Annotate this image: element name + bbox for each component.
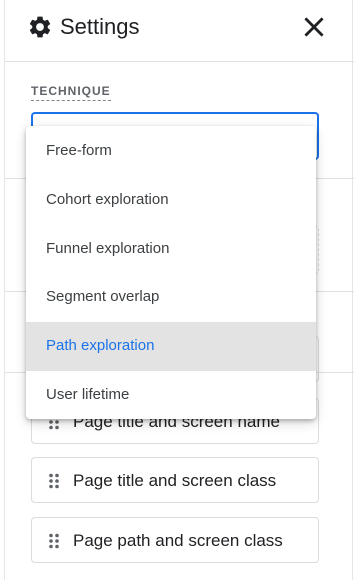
menu-item-segment-overlap[interactable]: Segment overlap	[26, 273, 316, 322]
dimension-chip[interactable]: Page path and screen class	[31, 517, 319, 563]
menu-item-funnel-exploration[interactable]: Funnel exploration	[26, 225, 316, 274]
settings-header: Settings	[5, 0, 354, 62]
dimension-chip[interactable]: Page title and screen class	[31, 457, 319, 503]
menu-item-free-form[interactable]: Free-form	[26, 127, 316, 176]
dimension-label: Page title and screen class	[73, 471, 277, 490]
menu-item-path-exploration[interactable]: Path exploration	[26, 322, 316, 371]
menu-item-cohort-exploration[interactable]: Cohort exploration	[26, 176, 316, 225]
drag-handle-icon[interactable]	[48, 473, 60, 489]
settings-panel: Settings TECHNIQUE Page title and screen…	[4, 0, 354, 580]
gear-icon	[29, 16, 51, 38]
dimension-label: Page path and screen class	[73, 531, 283, 550]
menu-item-user-lifetime[interactable]: User lifetime	[26, 371, 316, 420]
technique-label: TECHNIQUE	[31, 84, 111, 101]
page-title: Settings	[60, 14, 140, 39]
drag-handle-icon[interactable]	[48, 533, 60, 549]
close-icon[interactable]	[301, 14, 327, 40]
technique-dropdown-menu: Free-form Cohort exploration Funnel expl…	[26, 126, 316, 419]
